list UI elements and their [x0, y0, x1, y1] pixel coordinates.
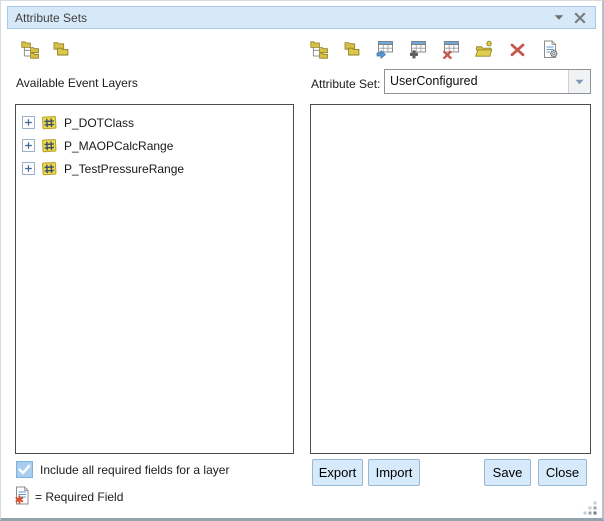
delete-attribute-set-icon[interactable]	[508, 40, 527, 59]
required-field-icon	[14, 486, 31, 505]
collapse-arrow-icon[interactable]	[554, 14, 564, 21]
attribute-set-properties-icon[interactable]	[541, 40, 560, 59]
include-required-fields-label: Include all required fields for a layer	[40, 463, 229, 477]
remove-table-icon[interactable]	[442, 40, 461, 59]
tree-item-p-maopcalcrange[interactable]: P_MAOPCalcRange	[16, 134, 293, 157]
available-event-layers-label: Available Event Layers	[16, 76, 138, 90]
title-bar: Attribute Sets	[7, 6, 596, 29]
add-table-icon[interactable]	[409, 40, 428, 59]
import-button[interactable]: Import	[368, 459, 420, 486]
expand-all-icon[interactable]	[310, 40, 329, 59]
tree-item-label[interactable]: P_MAOPCalcRange	[64, 139, 173, 153]
attribute-set-toolbar	[310, 40, 560, 59]
expand-all-icon[interactable]	[21, 40, 40, 59]
combo-dropdown-button[interactable]	[568, 70, 590, 93]
chevron-down-icon	[575, 79, 584, 85]
expand-plus-icon[interactable]	[22, 139, 35, 152]
attribute-sets-dialog: Attribute Sets	[0, 0, 604, 521]
expand-plus-icon[interactable]	[22, 116, 35, 129]
export-table-icon[interactable]	[376, 40, 395, 59]
resize-grip[interactable]	[583, 501, 597, 515]
layers-toolbar	[21, 40, 71, 59]
attribute-set-label: Attribute Set:	[311, 77, 380, 91]
collapse-all-icon[interactable]	[343, 40, 362, 59]
tree-item-label[interactable]: P_TestPressureRange	[64, 162, 184, 176]
title-bar-controls	[554, 12, 595, 24]
new-attribute-set-icon[interactable]	[475, 40, 494, 59]
collapse-all-icon[interactable]	[52, 40, 71, 59]
export-button[interactable]: Export	[312, 459, 363, 486]
attribute-set-combobox[interactable]: UserConfigured	[384, 69, 591, 94]
include-required-fields-checkbox[interactable]	[16, 461, 33, 478]
window-title: Attribute Sets	[8, 11, 554, 25]
close-button[interactable]: Close	[538, 459, 587, 486]
save-button[interactable]: Save	[484, 459, 531, 486]
tree-item-p-testpressurerange[interactable]: P_TestPressureRange	[16, 157, 293, 180]
tree-item-p-dotclass[interactable]: P_DOTClass	[16, 111, 293, 134]
attribute-set-fields-panel[interactable]	[310, 104, 591, 454]
event-layer-icon	[41, 114, 58, 131]
event-layer-icon	[41, 137, 58, 154]
close-icon[interactable]	[574, 12, 586, 24]
event-layer-icon	[41, 160, 58, 177]
tree-item-label[interactable]: P_DOTClass	[64, 116, 134, 130]
required-field-legend: = Required Field	[35, 490, 123, 504]
expand-plus-icon[interactable]	[22, 162, 35, 175]
attribute-set-value[interactable]: UserConfigured	[385, 70, 568, 93]
available-event-layers-panel[interactable]: P_DOTClass P_MAOPCalcRange	[15, 104, 294, 454]
